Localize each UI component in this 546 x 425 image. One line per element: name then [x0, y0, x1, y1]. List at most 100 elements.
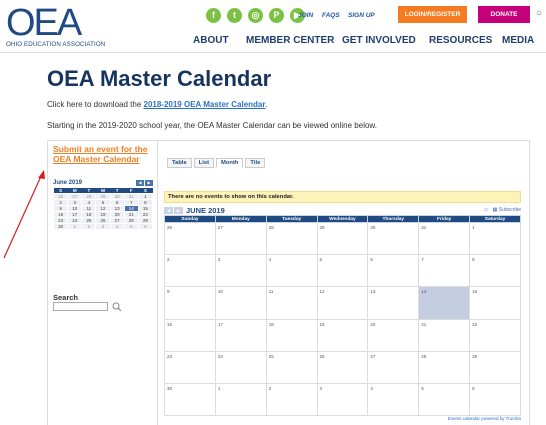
donate-button[interactable]: DONATE	[478, 6, 530, 23]
day-cell[interactable]: 6	[367, 254, 420, 288]
nav-get-involved[interactable]: GET INVOLVED	[342, 35, 416, 46]
mini-day-cell[interactable]: 2	[81, 223, 97, 230]
day-cell[interactable]: 28	[418, 350, 471, 384]
day-cell[interactable]: 11	[265, 286, 318, 320]
mini-calendar-title: June 2019	[53, 180, 83, 186]
month-title: JUNE 2019	[186, 206, 225, 215]
mini-next-icon[interactable]: ▶	[145, 180, 153, 186]
nav-resources[interactable]: RESOURCES	[429, 35, 492, 46]
day-cell[interactable]: 28	[265, 221, 318, 256]
weekday-header: Friday	[418, 215, 471, 223]
weekday-header: Monday	[214, 215, 267, 223]
magnifier-icon[interactable]	[112, 302, 122, 312]
day-cell[interactable]: 9	[164, 286, 216, 320]
mini-day-cell[interactable]: 1	[67, 223, 83, 230]
twitter-icon[interactable]: t	[227, 8, 242, 23]
no-events-notice: There are no events to show on this cale…	[164, 191, 521, 203]
day-cell[interactable]: 15	[469, 286, 521, 320]
nav-about[interactable]: ABOUT	[193, 35, 229, 46]
day-cell[interactable]: 29	[469, 350, 521, 384]
day-cell[interactable]: 27	[214, 221, 267, 256]
day-cell[interactable]: 25	[265, 350, 318, 384]
weekday-header: Sunday	[164, 215, 216, 223]
tab-table[interactable]: Table	[167, 158, 192, 168]
powered-by-link[interactable]: Events calendar powered by Trumba	[448, 416, 521, 421]
calendar-sidebar: Submit an event for the OEA Master Calen…	[48, 141, 158, 425]
subscribe-label: Subscribe	[498, 207, 521, 213]
download-prefix: Click here to download the	[47, 100, 144, 109]
header-divider	[0, 52, 546, 53]
day-cell[interactable]: 1	[214, 382, 267, 417]
sign-up-link[interactable]: SIGN UP	[348, 12, 375, 19]
day-cell[interactable]: 27	[367, 350, 420, 384]
pinterest-icon[interactable]: P	[269, 8, 284, 23]
day-cell[interactable]: 6	[469, 382, 521, 417]
social-links: f t ◎ P ▶	[206, 8, 305, 23]
weekday-header: Thursday	[367, 215, 420, 223]
tab-month[interactable]: Month	[216, 158, 244, 168]
join-link[interactable]: JOIN	[298, 12, 313, 19]
weekday-header: Wednesday	[316, 215, 369, 223]
download-calendar-link[interactable]: 2018-2019 OEA Master Calendar	[144, 100, 266, 109]
mini-day-cell[interactable]: 6	[137, 223, 154, 230]
instagram-icon[interactable]: ◎	[248, 8, 263, 23]
day-cell[interactable]: 4	[265, 254, 318, 288]
search-label: Search	[53, 293, 79, 302]
search-icon[interactable]: ○	[536, 8, 542, 19]
day-cell[interactable]: 17	[214, 318, 267, 352]
print-icon[interactable]: ▭	[484, 207, 489, 213]
day-cell[interactable]: 16	[164, 318, 216, 352]
day-cell[interactable]: 2	[164, 254, 216, 288]
day-cell[interactable]: 5	[418, 382, 471, 417]
day-cell[interactable]: 24	[214, 350, 267, 384]
download-suffix: .	[265, 100, 268, 109]
day-cell[interactable]: 29	[316, 221, 369, 256]
faqs-link[interactable]: FAQS	[322, 12, 340, 19]
logo-mark: OEA	[6, 2, 82, 44]
next-month-icon[interactable]: ▶	[174, 207, 183, 214]
day-cell[interactable]: 19	[316, 318, 369, 352]
mini-prev-icon[interactable]: ◀	[136, 180, 144, 186]
day-cell[interactable]: 10	[214, 286, 267, 320]
day-cell[interactable]: 20	[367, 318, 420, 352]
day-cell[interactable]: 12	[316, 286, 369, 320]
weekday-header: Saturday	[469, 215, 521, 223]
day-cell[interactable]: 31	[418, 221, 471, 256]
day-cell[interactable]: 23	[164, 350, 216, 384]
login-register-button[interactable]: LOGIN/REGISTER	[398, 6, 467, 23]
day-cell[interactable]: 4	[367, 382, 420, 417]
day-cell[interactable]: 3	[214, 254, 267, 288]
day-cell[interactable]: 8	[469, 254, 521, 288]
day-cell[interactable]: 13	[367, 286, 420, 320]
search-input[interactable]	[53, 302, 108, 311]
day-cell[interactable]: 3	[316, 382, 369, 417]
mini-day-cell[interactable]: 3	[95, 223, 111, 230]
day-cell[interactable]: 21	[418, 318, 471, 352]
day-cell[interactable]: 30	[367, 221, 420, 256]
day-cell[interactable]: 2	[265, 382, 318, 417]
subscribe-link[interactable]: ▦ Subscribe	[493, 207, 521, 213]
oea-logo[interactable]: OEA OHIO EDUCATION ASSOCIATION	[6, 2, 105, 48]
mini-calendar: June 2019 ◀ ▶ SMTWTFS 26 27 28 29 30 31 1 2 3 4 5 6…	[52, 179, 154, 230]
tab-tile[interactable]: Tile	[245, 158, 266, 168]
nav-member-center[interactable]: MEMBER CENTER	[246, 35, 334, 46]
day-cell[interactable]: 30	[164, 382, 216, 417]
prev-month-icon[interactable]: ◀	[164, 207, 173, 214]
page-title: OEA Master Calendar	[47, 66, 272, 91]
nav-media[interactable]: MEDIA	[502, 35, 534, 46]
day-cell[interactable]: 7	[418, 254, 471, 288]
calendar-header: ◀ ▶ JUNE 2019 ▭ ▦ Subscribe	[164, 206, 521, 215]
day-cell[interactable]: 1	[469, 221, 521, 256]
mini-day-cell[interactable]: 5	[123, 223, 139, 230]
day-cell[interactable]: 26	[316, 350, 369, 384]
day-cell[interactable]: 18	[265, 318, 318, 352]
mini-day-cell[interactable]: 4	[109, 223, 125, 230]
day-cell[interactable]: 14	[418, 286, 471, 320]
tab-list[interactable]: List	[193, 158, 215, 168]
day-cell[interactable]: 26	[164, 221, 216, 256]
day-cell[interactable]: 5	[316, 254, 369, 288]
mini-day-cell[interactable]: 30	[52, 223, 69, 230]
facebook-icon[interactable]: f	[206, 8, 221, 23]
submit-event-link[interactable]: Submit an event for the OEA Master Calen…	[53, 144, 157, 164]
day-cell[interactable]: 22	[469, 318, 521, 352]
